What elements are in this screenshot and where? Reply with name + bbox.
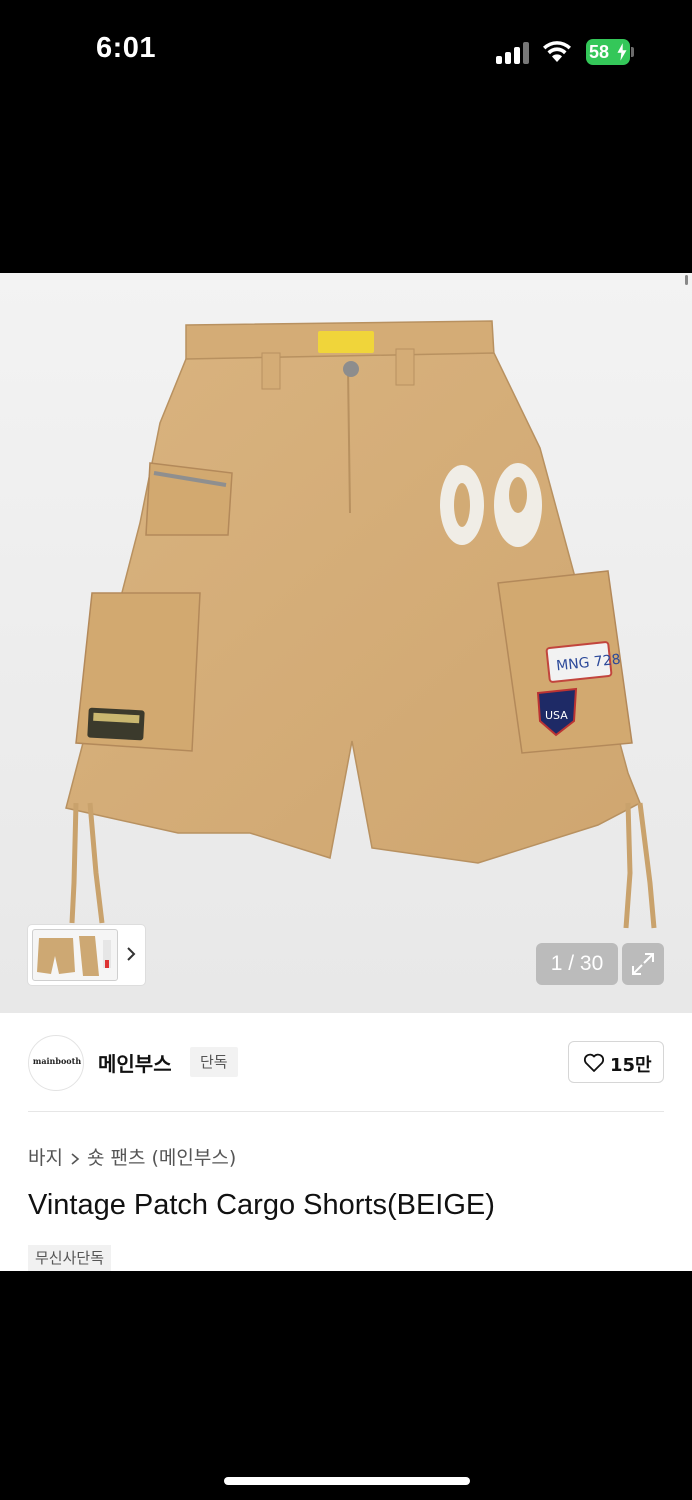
svg-text:USA: USA <box>545 709 568 722</box>
breadcrumb: 바지 숏 팬츠 (메인부스) <box>28 1143 236 1170</box>
product-image: MNG 728 USA <box>65 320 657 929</box>
breadcrumb-subcategory[interactable]: 숏 팬츠 (메인부스) <box>87 1147 236 1169</box>
heart-icon <box>583 1053 605 1072</box>
battery-indicator: 58 <box>586 39 634 65</box>
image-page-counter: 1 / 30 <box>536 943 618 985</box>
exclusive-tag: 단독 <box>190 1047 238 1077</box>
status-bar: 6:01 58 <box>0 0 692 110</box>
home-indicator[interactable] <box>224 1477 470 1485</box>
product-thumbnail[interactable] <box>32 929 118 981</box>
expand-button[interactable] <box>622 943 664 985</box>
divider <box>28 1111 664 1112</box>
like-button[interactable]: 15만 <box>568 1041 664 1083</box>
status-time: 6:01 <box>96 32 157 64</box>
breadcrumb-category[interactable]: 바지 <box>28 1147 63 1169</box>
product-image-gallery[interactable]: MNG 728 USA 1 / 30 <box>0 273 692 1013</box>
thumbnail-image <box>37 936 111 976</box>
charging-bolt-icon <box>616 42 628 62</box>
brand-logo-text: mainbooth <box>32 1056 82 1066</box>
wifi-icon <box>543 41 571 62</box>
brand-logo[interactable]: mainbooth <box>28 1035 84 1091</box>
chevron-right-icon[interactable] <box>124 939 138 969</box>
brand-name[interactable]: 메인부스 <box>98 1048 172 1077</box>
cellular-signal-icon <box>496 42 532 64</box>
brand-row: mainbooth 메인부스 단독 15만 <box>28 1035 664 1091</box>
product-title: Vintage Patch Cargo Shorts(BEIGE) <box>28 1189 495 1221</box>
exclusive-badge: 무신사단독 <box>28 1245 112 1271</box>
chevron-right-icon <box>71 1152 80 1165</box>
product-info-panel: mainbooth 메인부스 단독 15만 바지 숏 팬츠 (메인부스) Vint… <box>0 1013 692 1271</box>
like-count: 15만 <box>610 1055 652 1076</box>
expand-icon <box>632 953 654 975</box>
battery-level: 58 <box>589 42 610 62</box>
thumbnail-strip[interactable] <box>28 925 145 985</box>
